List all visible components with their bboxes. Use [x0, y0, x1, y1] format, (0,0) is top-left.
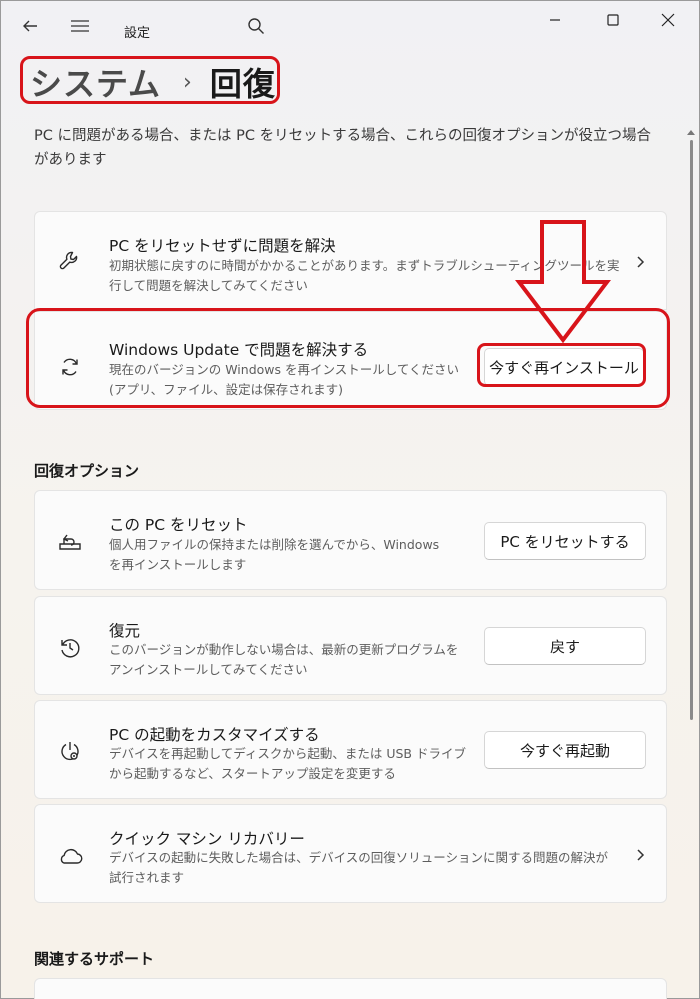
- troubleshoot-title: PC をリセットせずに問題を解決: [109, 237, 336, 255]
- startup-gear-icon: [57, 739, 83, 765]
- wrench-icon: [57, 248, 83, 274]
- chevron-right-icon: [637, 849, 645, 861]
- hamburger-icon: [71, 20, 89, 32]
- troubleshoot-desc-line2: 行して問題を解決してみてください: [109, 278, 308, 293]
- quick-machine-recovery-desc-line2: 試行されます: [109, 870, 185, 885]
- maximize-button[interactable]: [590, 0, 636, 40]
- back-button[interactable]: [18, 14, 42, 38]
- close-icon: [661, 13, 675, 27]
- go-back-button[interactable]: 戻す: [484, 627, 646, 665]
- reset-pc-desc-line1: 個人用ファイルの保持または削除を選んでから、Windows: [109, 537, 440, 552]
- search-icon: [248, 18, 264, 34]
- advanced-startup-desc-line2: から起動するなど、スタートアップ設定を変更する: [109, 766, 396, 781]
- scroll-up-arrow-icon[interactable]: [686, 128, 696, 136]
- chevron-right-icon: [637, 256, 645, 268]
- quick-machine-recovery-title: クイック マシン リカバリー: [109, 830, 305, 848]
- reset-pc-desc-line2: を再インストールします: [109, 557, 247, 572]
- annotation-title-box: [20, 56, 280, 104]
- title-bar: 設定: [0, 0, 700, 44]
- back-arrow-icon: [23, 20, 37, 32]
- minimize-icon: [550, 19, 560, 21]
- minimize-button[interactable]: [532, 0, 578, 40]
- annotation-down-arrow: [515, 220, 611, 344]
- advanced-startup-card: PC の起動をカスタマイズする デバイスを再起動してディスクから起動、または U…: [34, 700, 667, 799]
- recovery-options-heading: 回復オプション: [34, 462, 140, 480]
- restore-title: 復元: [109, 622, 141, 640]
- restore-desc-line2: アンインストールしてみてください: [109, 662, 308, 677]
- advanced-startup-desc-line1: デバイスを再起動してディスクから起動、または USB ドライブ: [109, 746, 466, 761]
- window-title: 設定: [124, 26, 151, 41]
- reset-pc-button[interactable]: PC をリセットする: [484, 522, 646, 560]
- restore-card: 復元 このバージョンが動作しない場合は、最新の更新プログラムを アンインストール…: [34, 596, 667, 695]
- reset-pc-title: この PC をリセット: [109, 516, 248, 534]
- related-support-card[interactable]: [34, 978, 667, 999]
- cloud-icon: [57, 843, 83, 869]
- restart-now-button[interactable]: 今すぐ再起動: [484, 731, 646, 769]
- advanced-startup-title: PC の起動をカスタマイズする: [109, 726, 320, 744]
- annotation-button-box: [477, 343, 646, 387]
- close-button[interactable]: [645, 0, 691, 40]
- page-description: PC に問題がある場合、または PC をリセットする場合、これらの回復オプション…: [34, 128, 652, 168]
- maximize-icon: [607, 14, 619, 26]
- restore-desc-line1: このバージョンが動作しない場合は、最新の更新プログラムを: [109, 642, 459, 657]
- history-icon: [57, 635, 83, 661]
- reset-pc-icon: [57, 529, 83, 555]
- related-support-heading: 関連するサポート: [34, 950, 155, 968]
- scrollbar-thumb[interactable]: [690, 140, 693, 720]
- reset-pc-card: この PC をリセット 個人用ファイルの保持または削除を選んでから、Window…: [34, 490, 667, 590]
- quick-machine-recovery-desc-line1: デバイスの起動に失敗した場合は、デバイスの回復ソリューションに関する問題の解決が: [109, 850, 609, 865]
- quick-machine-recovery-card[interactable]: クイック マシン リカバリー デバイスの起動に失敗した場合は、デバイスの回復ソリ…: [34, 804, 667, 903]
- search-button[interactable]: [244, 14, 268, 38]
- menu-button[interactable]: [68, 14, 92, 38]
